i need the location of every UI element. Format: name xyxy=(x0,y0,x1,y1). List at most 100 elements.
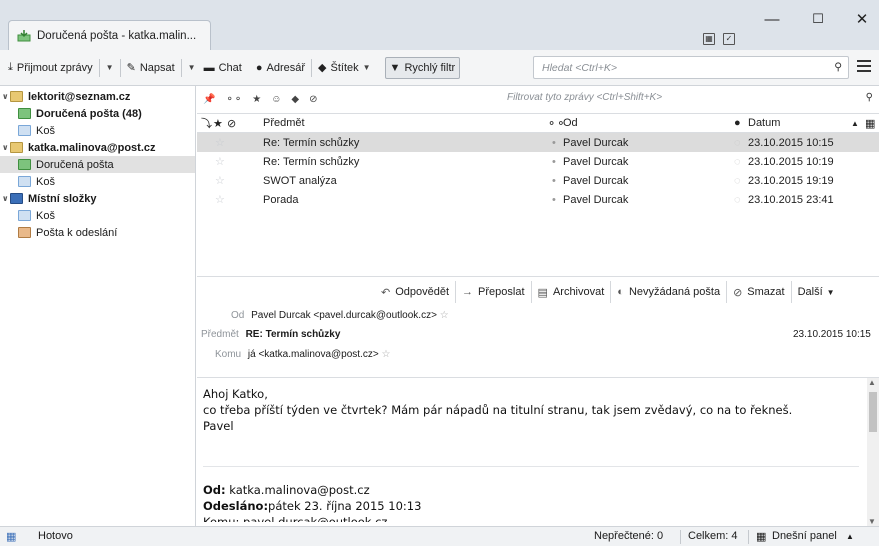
sidebar-item-local-folders[interactable]: ∨ Místní složky xyxy=(0,190,195,207)
chat-button[interactable]: ▬ Chat xyxy=(200,56,246,80)
body-line: Pavel xyxy=(203,419,234,433)
star-icon[interactable]: ☆ xyxy=(215,174,225,187)
sidebar-item-inbox-seznam[interactable]: Doručená pošta (48) xyxy=(0,105,195,122)
read-dot-icon[interactable]: • xyxy=(552,175,556,187)
collapse-icon[interactable]: ∨ xyxy=(2,143,10,152)
message-row[interactable]: ☆ Re: Termín schůzky • Pavel Durcak ◌ 23… xyxy=(197,133,879,152)
sidebar-item-account-post[interactable]: ∨ katka.malinova@post.cz xyxy=(0,139,195,156)
forward-button[interactable]: → Přeposlat xyxy=(455,281,530,303)
status-bar: ▦ Hotovo Nepřečtené: 0 Celkem: 4 ▦ Dnešn… xyxy=(0,526,879,546)
junk-status-icon[interactable]: ◌ xyxy=(734,194,741,206)
outbox-icon xyxy=(18,227,31,238)
address-book-button[interactable]: ● Adresář xyxy=(252,56,309,80)
today-pane-toggle[interactable]: Dnešní panel xyxy=(772,530,837,542)
attachment-filter-icon[interactable]: ⊘ xyxy=(309,94,317,105)
get-mail-dropdown-icon[interactable]: ▼ xyxy=(102,63,118,72)
search-icon[interactable]: ⚲ xyxy=(834,61,842,73)
contact-filter-icon[interactable]: ☺ xyxy=(271,94,281,105)
star-icon[interactable]: ☆ xyxy=(381,349,390,360)
quick-filter-button[interactable]: ▼ Rychlý filtr xyxy=(384,56,461,79)
message-date: 23.10.2015 10:15 xyxy=(748,136,834,149)
to-value[interactable]: já <katka.malinova@post.cz> xyxy=(248,349,379,360)
connection-icon[interactable]: ▦ xyxy=(6,530,16,543)
column-picker-icon[interactable]: ▦ xyxy=(865,117,875,130)
thread-column-icon[interactable]: ⤵ xyxy=(201,115,212,131)
pin-icon[interactable]: 📌 xyxy=(203,94,215,105)
message-row[interactable]: ☆ Re: Termín schůzky • Pavel Durcak ◌ 23… xyxy=(197,152,879,171)
read-dot-icon[interactable]: • xyxy=(552,194,556,206)
collapse-icon[interactable]: ∨ xyxy=(2,194,10,203)
chevron-up-icon[interactable]: ▲ xyxy=(846,532,854,541)
status-text: Hotovo xyxy=(38,530,73,542)
starred-filter-icon[interactable]: ★ xyxy=(252,94,261,105)
get-mail-button[interactable]: ⤓ Přijmout zprávy xyxy=(0,56,97,80)
collapse-icon[interactable]: ∨ xyxy=(2,92,10,101)
attachment-column-icon[interactable]: ⊘ xyxy=(227,117,236,130)
compose-dropdown-icon[interactable]: ▼ xyxy=(184,63,200,72)
compose-button[interactable]: ✎ Napsat xyxy=(123,56,179,80)
body-line: co třeba příští týden ve čtvrtek? Mám pá… xyxy=(203,403,793,417)
column-subject[interactable]: Předmět xyxy=(263,117,305,129)
unread-filter-icon[interactable]: ⚬⚬ xyxy=(225,94,242,105)
sort-ascending-icon[interactable]: ▲ xyxy=(851,119,859,128)
star-icon[interactable]: ☆ xyxy=(215,155,225,168)
star-icon[interactable]: ☆ xyxy=(440,310,449,321)
today-pane-icon[interactable]: ▦ xyxy=(756,530,766,543)
tag-button[interactable]: ◆ Štítek ▼ xyxy=(314,56,379,80)
column-from[interactable]: Od xyxy=(563,117,578,129)
tab-inbox[interactable]: Doručená pošta - katka.malin... xyxy=(8,20,211,50)
message-date: 23.10.2015 10:19 xyxy=(748,155,834,168)
filter-input[interactable]: Filtrovat tyto zprávy <Ctrl+Shift+K> ⚲ xyxy=(497,92,877,110)
chat-bubble-icon: ▬ xyxy=(203,61,215,74)
junk-button[interactable]: ◐ Nevyžádaná pošta xyxy=(610,281,726,303)
read-dot-icon[interactable]: • xyxy=(552,156,556,168)
junk-column-icon[interactable]: ● xyxy=(734,117,741,129)
star-column-icon[interactable]: ★ xyxy=(213,117,223,130)
search-input[interactable]: Hledat <Ctrl+K> ⚲ xyxy=(533,56,849,79)
from-value[interactable]: Pavel Durcak <pavel.durcak@outlook.cz> xyxy=(251,310,437,321)
minimize-button[interactable]: — xyxy=(752,8,792,30)
tasks-icon[interactable]: ✓ xyxy=(723,33,735,45)
more-label: Další xyxy=(797,286,823,298)
total-count: Celkem: 4 xyxy=(688,530,738,542)
delete-button[interactable]: ⊘ Smazat xyxy=(726,281,791,303)
sidebar-item-inbox-post[interactable]: Doručená pošta xyxy=(0,156,195,173)
sidebar-item-outbox[interactable]: Pošta k odeslání xyxy=(0,224,195,241)
calendar-icon[interactable]: ▦ xyxy=(703,33,715,45)
read-dot-icon[interactable]: • xyxy=(552,137,556,149)
message-from: Pavel Durcak xyxy=(563,136,629,149)
column-date[interactable]: Datum xyxy=(748,117,780,129)
archive-button[interactable]: ▤ Archivovat xyxy=(530,281,611,303)
message-date: 23.10.2015 23:41 xyxy=(748,193,834,206)
menu-icon[interactable] xyxy=(857,60,871,72)
scroll-down-icon[interactable]: ▼ xyxy=(868,517,876,526)
separator xyxy=(748,530,749,544)
junk-status-icon[interactable]: ◌ xyxy=(734,175,741,187)
star-icon[interactable]: ☆ xyxy=(215,193,225,206)
message-row[interactable]: ☆ SWOT analýza • Pavel Durcak ◌ 23.10.20… xyxy=(197,171,879,190)
reply-label: Odpovědět xyxy=(395,286,450,298)
message-row[interactable]: ☆ Porada • Pavel Durcak ◌ 23.10.2015 23:… xyxy=(197,190,879,209)
chevron-down-icon: ▼ xyxy=(826,287,835,297)
message-subject: Re: Termín schůzky xyxy=(263,136,360,149)
star-icon[interactable]: ☆ xyxy=(215,136,225,149)
junk-status-icon[interactable]: ◌ xyxy=(734,156,741,168)
message-date: 23.10.2015 10:15 xyxy=(793,329,871,340)
tag-filter-icon[interactable]: ◆ xyxy=(291,94,299,105)
sidebar-item-trash-post[interactable]: Koš xyxy=(0,173,195,190)
scrollbar-thumb[interactable] xyxy=(869,392,877,432)
separator xyxy=(680,530,681,544)
search-icon[interactable]: ⚲ xyxy=(866,92,873,103)
maximize-button[interactable]: ☐ xyxy=(798,8,838,30)
scroll-up-icon[interactable]: ▲ xyxy=(868,378,876,387)
sidebar-item-label: Doručená pošta (48) xyxy=(36,107,142,120)
more-button[interactable]: Další ▼ xyxy=(790,281,841,303)
sidebar-item-trash-seznam[interactable]: Koš xyxy=(0,122,195,139)
sidebar-item-trash-local[interactable]: Koš xyxy=(0,207,195,224)
sidebar-item-account-seznam[interactable]: ∨ lektorit@seznam.cz xyxy=(0,88,195,105)
close-button[interactable]: ✕ xyxy=(842,8,879,30)
body-scrollbar[interactable]: ▲ ▼ xyxy=(867,378,879,526)
reply-button[interactable]: ↶ Odpovědět xyxy=(375,281,455,303)
junk-status-icon[interactable]: ◌ xyxy=(734,137,741,149)
address-book-label: Adresář xyxy=(266,61,306,74)
